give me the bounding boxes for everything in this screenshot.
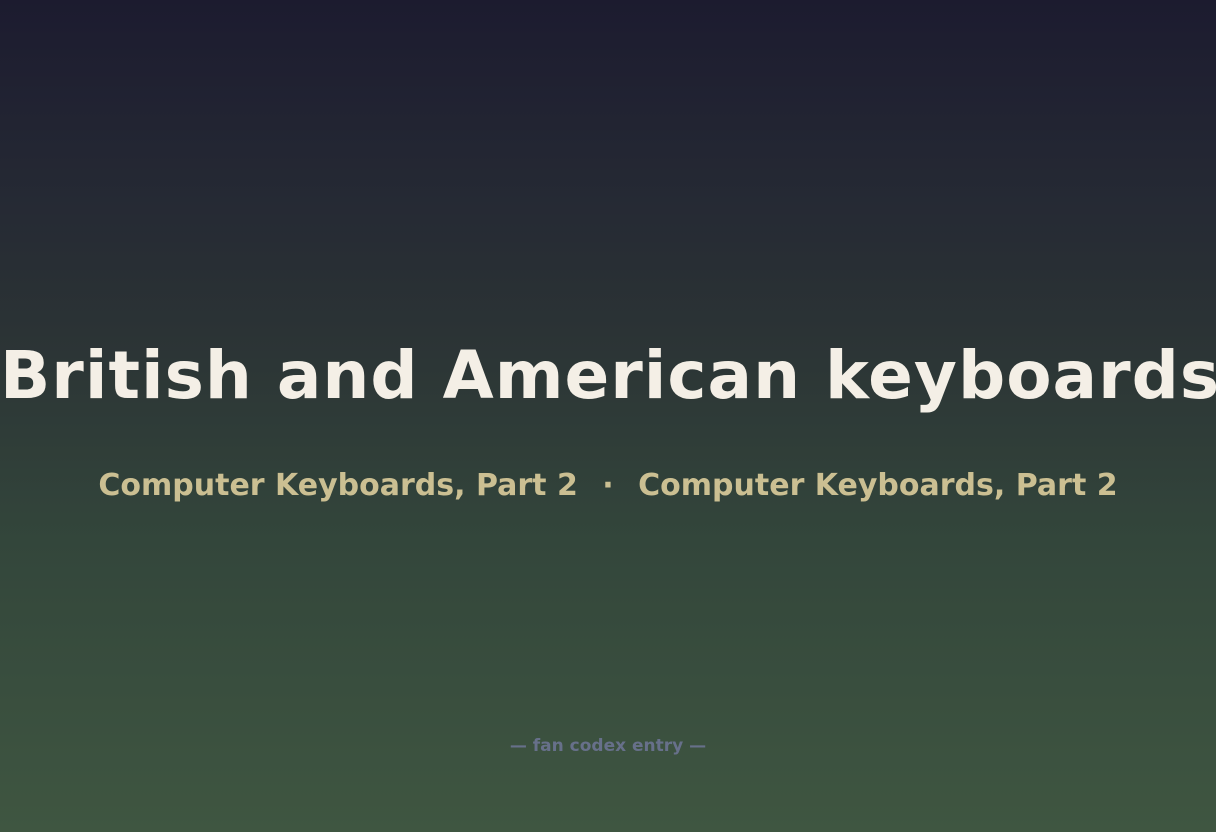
subtitle-right: Computer Keyboards, Part 2 [638, 468, 1118, 503]
footer-caption: — fan codex entry — [509, 736, 707, 756]
subtitle: Computer Keyboards, Part 2 · Computer Ke… [0, 466, 1216, 506]
subtitle-separator: · [602, 468, 614, 503]
page-title: British and American keyboards [0, 337, 1216, 414]
subtitle-left: Computer Keyboards, Part 2 [98, 468, 578, 503]
